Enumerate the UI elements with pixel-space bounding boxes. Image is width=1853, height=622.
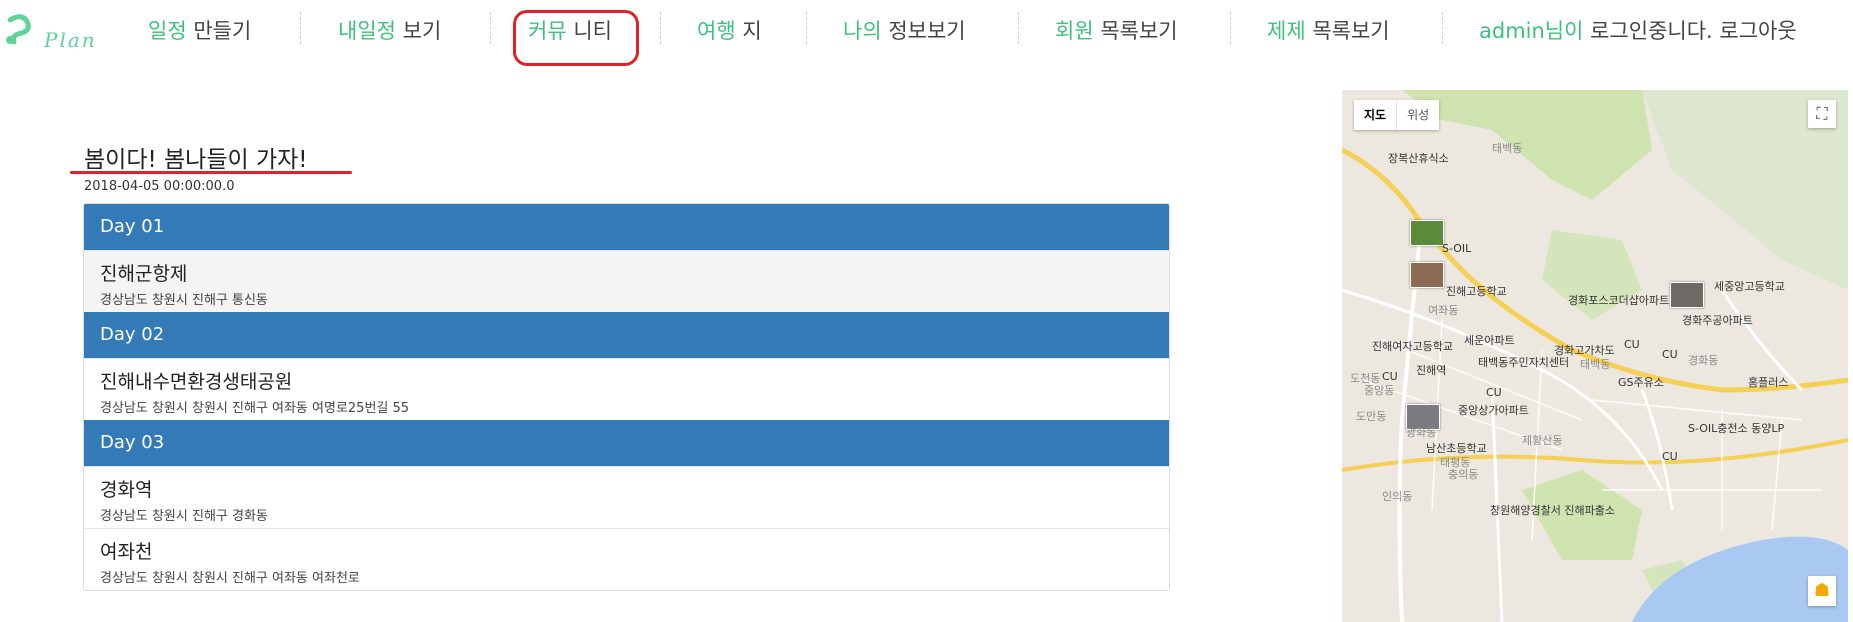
map-label: CU [1662,348,1678,361]
place-photo-marker[interactable] [1410,262,1444,288]
place-photo-marker[interactable] [1670,282,1704,308]
list-item[interactable]: 여좌천 경상남도 창원시 창원시 진해구 여좌동 여좌천로 [84,528,1169,590]
place-name: 여좌천 [100,541,153,563]
nav-travel[interactable]: 여행 지 [697,15,762,45]
nav-sanction-list[interactable]: 제제 목록보기 [1267,15,1390,45]
map-label: 중앙동 [1364,384,1395,397]
nav-divider [1018,12,1019,44]
place-address: 경상남도 창원시 창원시 진해구 여좌동 여명로25번길 55 [100,401,410,416]
map-label: 여좌동 [1428,304,1459,317]
map-label: 창원해양경찰서 진해파출소 [1490,504,1615,517]
nav-divider [490,12,491,44]
nav-my-schedule[interactable]: 내일정 보기 [338,15,441,45]
map-type-map-button[interactable]: 지도 [1354,100,1398,130]
map-label: 홈플러스 [1748,376,1789,389]
map-label: 태백동 [1492,142,1523,155]
plan-logo[interactable]: Plan [4,10,124,52]
nav-travel-highlight: 여행 [697,19,736,43]
nav-divider [660,12,661,44]
nav-member-list-rest: 목록보기 [1093,19,1178,43]
map-label: 태백동 [1580,358,1611,371]
nav-sanction-list-highlight: 제제 [1267,19,1306,43]
place-address: 경상남도 창원시 창원시 진해구 여좌동 여좌천로 [100,571,360,586]
map-label: 제황산동 [1522,434,1563,447]
title-underline-annotation [70,171,352,174]
nav-my-info-highlight: 나의 [843,19,882,43]
nav-logout-text: 로그인중니다. 로그아웃 [1583,19,1797,43]
place-photo-marker[interactable] [1410,220,1444,246]
map-label: 충의동 [1448,468,1479,481]
place-name: 진해군항제 [100,263,188,285]
nav-my-schedule-highlight: 내일정 [338,19,396,43]
map-type-satellite-button[interactable]: 위성 [1397,100,1439,130]
map-type-switch: 지도 위성 [1354,100,1440,130]
plan-title: 봄이다! 봄나들이 가자! [84,147,308,173]
top-navigation: Plan 일정 만들기 내일정 보기 커뮤 니티 여행 지 나의 정보보기 회원… [0,0,1853,66]
nav-member-list-highlight: 회원 [1055,19,1094,43]
place-address: 경상남도 창원시 진해구 통신동 [100,293,268,308]
map-label: GS주유소 [1618,376,1664,389]
plan-date: 2018-04-05 00:00:00.0 [84,179,235,194]
map-label: 경화동 [1688,354,1719,367]
nav-create-schedule-highlight: 일정 [148,19,187,43]
nav-login-status-logout[interactable]: admin님이 로그인중니다. 로그아웃 [1479,15,1797,45]
nav-divider [1230,12,1231,44]
map-label: 장복산휴식소 [1388,152,1449,165]
nav-sanction-list-rest: 목록보기 [1305,19,1390,43]
street-view-pegman-icon[interactable]: ☗ [1808,576,1836,606]
day-header: Day 03 [84,420,1169,466]
nav-create-schedule[interactable]: 일정 만들기 [148,15,251,45]
map-label: 도만동 [1356,410,1387,423]
community-circle-annotation [513,10,639,66]
map-label: 경화포스코더샵아파트 [1568,294,1670,307]
map-label: 진해고등학교 [1446,285,1507,298]
map-label: CU [1486,386,1502,399]
map-label: S-OIL충전소 동양LP [1688,422,1785,435]
map-label: CU [1662,450,1678,463]
map-label: 세중앙고등학교 [1714,280,1785,293]
nav-my-info[interactable]: 나의 정보보기 [843,15,966,45]
itinerary-panel: Day 01 진해군항제 경상남도 창원시 진해구 통신동 Day 02 진해내… [83,203,1170,591]
map-label: 광화동 [1406,426,1437,439]
place-address: 경상남도 창원시 진해구 경화동 [100,509,268,524]
map-label: 태백동주민자치센터 [1478,356,1570,369]
nav-my-schedule-rest: 보기 [395,19,442,43]
map-label: CU [1624,338,1640,351]
map-label: 경화주공아파트 [1682,314,1753,327]
logo-mark-icon [6,14,31,45]
nav-my-info-rest: 정보보기 [881,19,966,43]
day-header: Day 01 [84,204,1169,250]
day-header: Day 02 [84,312,1169,358]
map-view[interactable]: 지도 위성 ⛶ ☗ 장복산휴식소 태백동 S-OIL 진해고등학교 경화포스코더… [1342,90,1848,622]
fullscreen-icon[interactable]: ⛶ [1808,100,1836,128]
nav-travel-rest: 지 [735,19,762,43]
map-label: 세운아파트 [1464,334,1515,347]
nav-divider [300,12,301,44]
map-label: S-OIL [1442,242,1472,255]
place-name: 경화역 [100,479,153,501]
logo-text: Plan [44,28,97,52]
nav-divider [1442,12,1443,44]
nav-login-user: admin님이 [1479,19,1584,43]
nav-create-schedule-rest: 만들기 [186,19,252,43]
list-item[interactable]: 진해내수면환경생태공원 경상남도 창원시 창원시 진해구 여좌동 여명로25번길… [84,358,1169,420]
nav-divider [806,12,807,44]
map-label: 진해역 [1416,364,1447,377]
nav-member-list[interactable]: 회원 목록보기 [1055,15,1178,45]
place-name: 진해내수면환경생태공원 [100,371,293,393]
map-label: 중앙상가아파트 [1458,404,1529,417]
map-label: 인의동 [1382,490,1413,503]
map-label: 진해여자고등학교 [1372,340,1453,353]
list-item[interactable]: 경화역 경상남도 창원시 진해구 경화동 [84,466,1169,528]
list-item[interactable]: 진해군항제 경상남도 창원시 진해구 통신동 [84,250,1169,312]
